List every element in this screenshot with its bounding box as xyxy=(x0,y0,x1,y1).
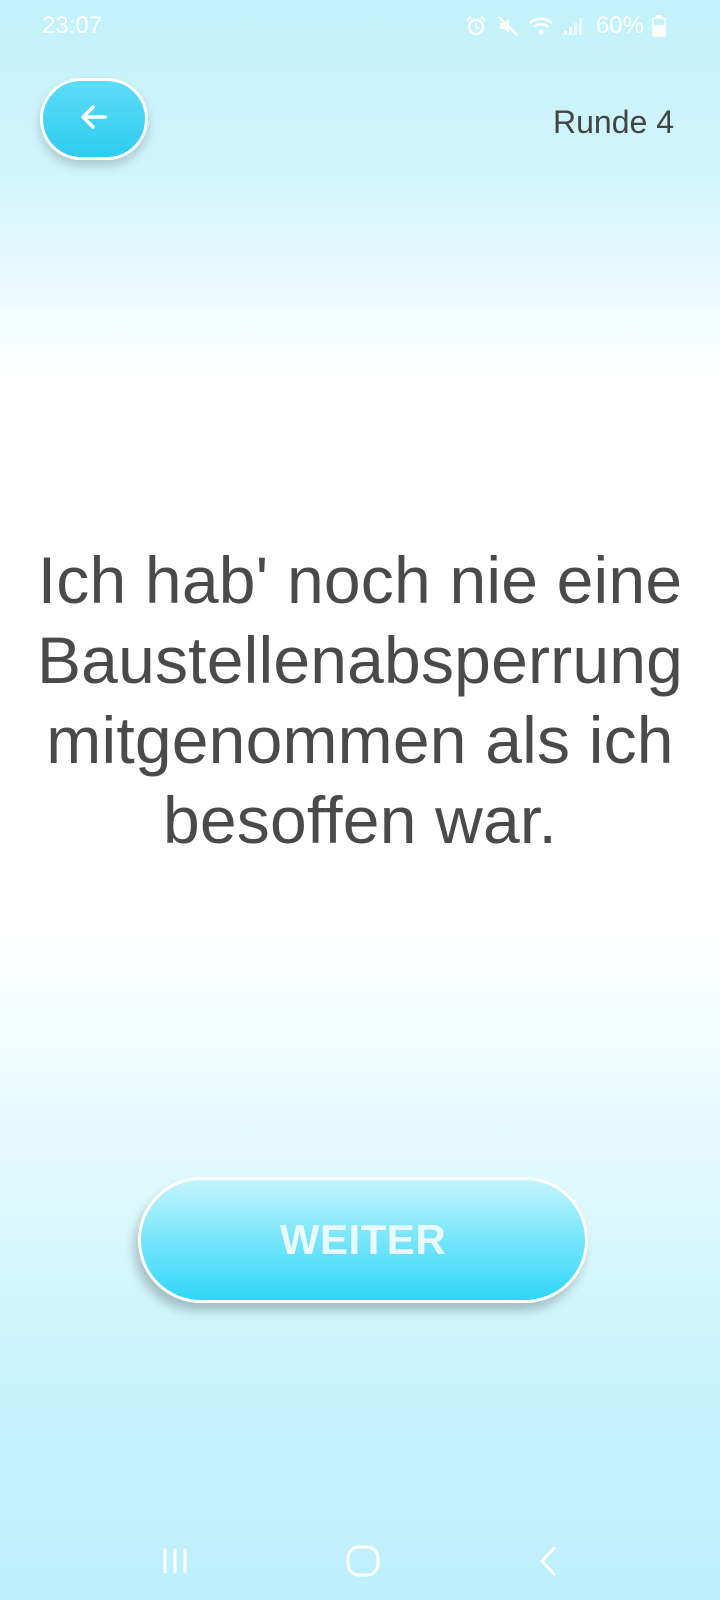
navigation-bar xyxy=(0,1530,720,1600)
alarm-icon xyxy=(464,14,488,38)
statement-text: Ich hab' noch nie eine Baustellenabsperr… xyxy=(36,543,684,857)
recent-apps-icon[interactable] xyxy=(158,1540,192,1585)
next-button-label: WEITER xyxy=(279,1216,447,1263)
arrow-left-icon xyxy=(77,100,111,139)
round-label: Runde 4 xyxy=(553,104,674,140)
mute-icon xyxy=(496,14,520,38)
status-icons: 60% xyxy=(464,12,666,40)
battery-icon xyxy=(652,15,666,37)
back-nav-icon[interactable] xyxy=(532,1540,566,1585)
next-button[interactable]: WEITER xyxy=(138,1177,588,1303)
back-button[interactable] xyxy=(40,78,148,160)
status-time: 23:07 xyxy=(42,12,103,39)
battery-percent: 60% xyxy=(595,12,644,39)
signal-icon xyxy=(562,15,584,37)
wifi-icon xyxy=(528,15,554,37)
home-icon[interactable] xyxy=(343,1540,383,1585)
status-bar: 23:07 60% xyxy=(0,0,720,52)
